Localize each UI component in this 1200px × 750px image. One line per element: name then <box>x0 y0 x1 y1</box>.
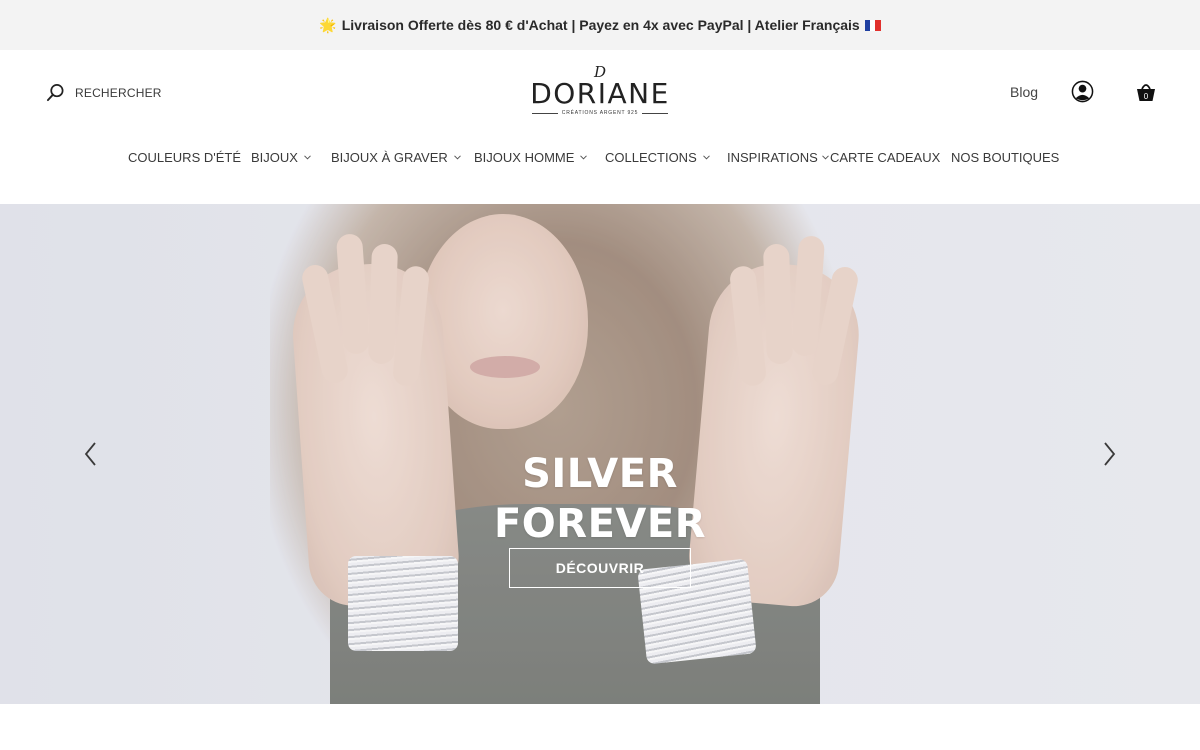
sun-icon: 🌟 <box>319 16 337 33</box>
logo-tagline: CRÉATIONS ARGENT 925 <box>530 110 670 116</box>
nav-item-carte-cadeaux[interactable]: CARTE CADEAUX <box>830 150 940 165</box>
chevron-down-icon <box>702 155 710 160</box>
slide-title-line1: SILVER <box>522 451 678 497</box>
announcement-text: Livraison Offerte dès 80 € d'Achat | Pay… <box>341 17 860 33</box>
search-label: RECHERCHER <box>75 85 162 100</box>
cart-button[interactable]: 0 <box>1135 80 1157 104</box>
search-button[interactable]: RECHERCHER <box>46 83 162 102</box>
chevron-down-icon <box>821 155 829 160</box>
nav-item-label: BIJOUX HOMME <box>474 150 575 165</box>
site-logo[interactable]: D DORIANE CRÉATIONS ARGENT 925 <box>530 65 670 118</box>
logo-name: DORIANE <box>530 77 670 110</box>
nav-item-label: INSPIRATIONS <box>727 150 818 165</box>
logo-tagline-text: CRÉATIONS ARGENT 925 <box>561 110 639 116</box>
site-header: RECHERCHER D DORIANE CRÉATIONS ARGENT 92… <box>0 50 1200 134</box>
nav-item-bijoux[interactable]: BIJOUX <box>251 150 311 165</box>
chevron-left-icon[interactable] <box>81 440 99 468</box>
slide-title-line2: FOREVER <box>493 501 707 547</box>
nav-item-label: COLLECTIONS <box>605 150 697 165</box>
search-icon <box>46 84 64 102</box>
announcement-bar: 🌟 Livraison Offerte dès 80 € d'Achat | P… <box>0 0 1200 50</box>
chevron-right-icon[interactable] <box>1101 440 1119 468</box>
nav-item-nos-boutiques[interactable]: NOS BOUTIQUES <box>951 150 1059 165</box>
nav-item-label: BIJOUX À GRAVER <box>331 150 448 165</box>
nav-item-bijoux-homme[interactable]: BIJOUX HOMME <box>474 150 588 165</box>
chevron-down-icon <box>304 155 311 160</box>
blog-link[interactable]: Blog <box>1010 84 1038 100</box>
nav-item-collections[interactable]: COLLECTIONS <box>605 150 710 165</box>
hero-slider: SILVER FOREVER DÉCOUVRIR <box>0 204 1200 704</box>
slide-title: SILVER FOREVER <box>400 449 800 549</box>
cart-count: 0 <box>1144 92 1149 101</box>
chevron-down-icon <box>580 155 588 160</box>
main-navigation: COULEURS D'ÉTÉ BIJOUX BIJOUX À GRAVER BI… <box>0 150 1200 170</box>
nav-item-bijoux-a-graver[interactable]: BIJOUX À GRAVER <box>331 150 461 165</box>
basket-icon: 0 <box>1137 84 1155 101</box>
nav-item-label: BIJOUX <box>251 150 298 165</box>
discover-button[interactable]: DÉCOUVRIR <box>509 548 691 588</box>
account-icon[interactable] <box>1071 80 1094 103</box>
nav-item-label: NOS BOUTIQUES <box>951 150 1060 165</box>
nav-item-couleurs-ete[interactable]: COULEURS D'ÉTÉ <box>128 150 241 165</box>
nav-item-inspirations[interactable]: INSPIRATIONS <box>727 150 829 165</box>
chevron-down-icon <box>453 155 461 160</box>
nav-item-label: COULEURS D'ÉTÉ <box>128 150 242 165</box>
discover-button-label: DÉCOUVRIR <box>555 560 645 576</box>
nav-item-label: CARTE CADEAUX <box>830 150 941 165</box>
french-flag-icon <box>864 19 881 31</box>
